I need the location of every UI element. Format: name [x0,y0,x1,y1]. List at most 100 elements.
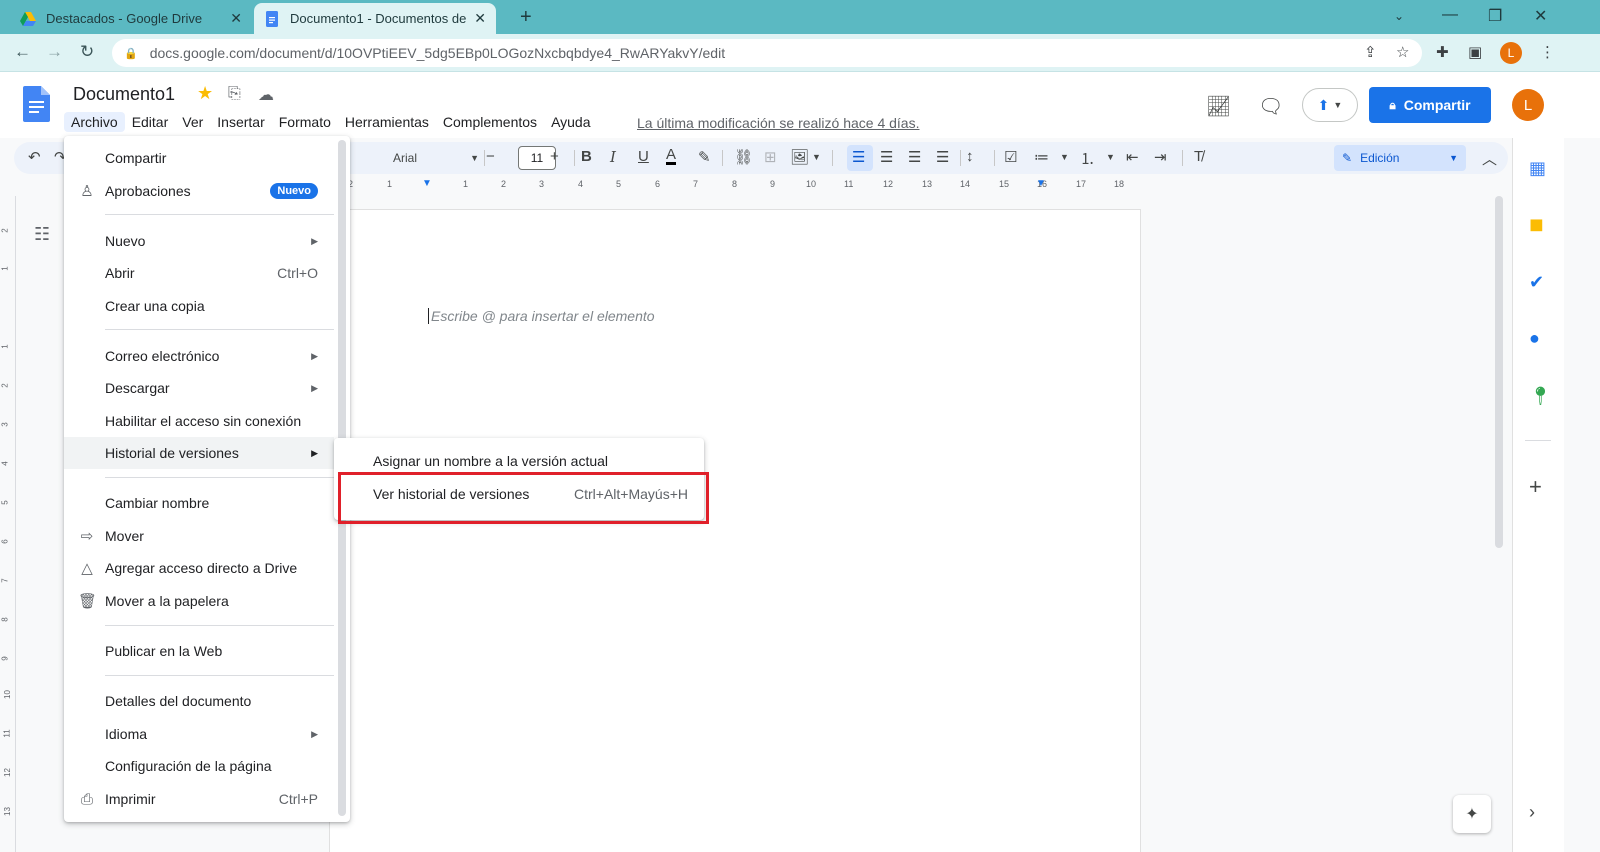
reload-icon[interactable]: ↻ [80,42,94,62]
insert-link-icon[interactable]: ⛓ [734,148,753,166]
tab-search-icon[interactable]: ⌄ [1394,9,1404,23]
menu-insertar[interactable]: Insertar [210,112,271,132]
close-tab-icon[interactable]: ✕ [474,10,486,27]
menu-item-page-setup[interactable]: Configuración de la página [64,750,334,782]
forward-icon[interactable]: → [46,42,63,62]
menu-item-version-history[interactable]: Historial de versiones ▶ [64,437,334,469]
close-window-icon[interactable]: ✕ [1534,6,1547,26]
menu-item-approvals[interactable]: ♙ Aprobaciones Nuevo [64,175,334,207]
get-addons-icon[interactable]: + [1529,474,1542,500]
browser-profile-avatar[interactable]: L [1500,42,1522,64]
document-placeholder[interactable]: Escribe @ para insertar el elemento [428,308,655,324]
document-scrollbar[interactable] [1495,196,1503,548]
side-panel-icon[interactable]: ▣ [1468,43,1482,61]
menu-herramientas[interactable]: Herramientas [338,112,436,132]
checklist-icon[interactable]: ☑ [1004,148,1017,166]
document-page[interactable] [330,210,1140,852]
editing-mode-select[interactable]: ✎ Edición ▼ [1334,145,1466,171]
menu-item-make-copy[interactable]: Crear una copia [64,290,334,322]
restore-icon[interactable]: ❐ [1488,6,1502,26]
menu-item-print[interactable]: ⎙ Imprimir Ctrl+P [64,783,334,815]
tab-google-drive[interactable]: Destacados - Google Drive ✕ [10,3,252,34]
line-spacing-icon[interactable]: ↕ [966,148,974,165]
move-folder-icon[interactable]: ⎘ [228,85,241,103]
browser-menu-icon[interactable]: ⋮ [1540,43,1555,61]
justify-icon[interactable]: ☰ [936,148,949,166]
collapse-menus-icon[interactable]: ︿ [1482,148,1497,169]
menu-item-offline[interactable]: Habilitar el acceso sin conexión [64,405,334,437]
align-center-icon[interactable]: ☰ [880,148,893,166]
menu-item-move[interactable]: ⇨ Mover [64,520,334,552]
chevron-right-icon[interactable]: › [1529,802,1535,823]
docs-home-icon[interactable] [23,86,50,122]
highlight-color-icon[interactable]: ✎ [698,148,711,166]
menu-archivo[interactable]: Archivo [64,112,125,132]
tab-documento1[interactable]: Documento1 - Documentos de G ✕ [254,3,496,34]
last-modified-link[interactable]: La última modificación se realizó hace 4… [637,115,919,131]
contacts-icon[interactable]: ● [1529,328,1540,349]
extensions-icon[interactable]: ✚ [1436,43,1449,61]
keep-icon[interactable]: ◼ [1529,214,1544,235]
decrease-indent-icon[interactable]: ⇤ [1126,148,1139,166]
insert-image-icon[interactable]: 🖼︎ [790,148,809,166]
present-button[interactable]: ⬆︎ ▼ [1302,88,1358,122]
editing-mode-value: Edición [1360,151,1400,165]
menu-ver[interactable]: Ver [175,112,210,132]
underline-icon[interactable]: U [638,148,649,165]
url-input[interactable]: 🔒 docs.google.com/document/d/10OVPtiEEV_… [112,39,1422,67]
close-tab-icon[interactable]: ✕ [230,10,242,27]
back-icon[interactable]: ← [14,42,31,62]
menu-formato[interactable]: Formato [272,112,338,132]
menu-item-trash[interactable]: 🗑︎ Mover a la papelera [64,585,334,617]
menu-item-share[interactable]: Compartir [64,142,334,174]
maps-icon[interactable]: 📍︎ [1529,386,1552,407]
decrease-font-size-icon[interactable]: − [486,148,495,165]
undo-icon[interactable]: ↶ [28,148,41,166]
add-comment-icon[interactable]: ⊞ [764,148,777,166]
text-color-icon[interactable]: A [666,147,677,165]
comments-icon[interactable]: 🗨︎ [1258,94,1283,119]
menu-complementos[interactable]: Complementos [436,112,544,132]
activity-trend-icon[interactable]: 📈︎ [1206,94,1231,119]
menu-item-add-shortcut[interactable]: △ Agregar acceso directo a Drive [64,552,334,584]
share-page-icon[interactable]: ⇪ [1364,43,1377,61]
new-tab-icon[interactable]: + [520,6,532,29]
calendar-icon[interactable]: ▦ [1529,158,1546,179]
lock-icon[interactable]: 🔒 [124,47,138,60]
clear-formatting-icon[interactable]: T̸ [1194,148,1203,165]
font-family-select[interactable]: Arial ▼ [379,146,483,170]
chevron-down-icon[interactable]: ▼ [812,152,821,162]
chevron-down-icon[interactable]: ▼ [1106,152,1115,162]
menu-item-publish[interactable]: Publicar en la Web [64,635,334,667]
explore-assist-button[interactable]: ✦ [1453,795,1491,833]
document-outline-icon[interactable]: ☷ [34,224,50,245]
tasks-icon[interactable]: ✔ [1529,272,1544,293]
account-avatar[interactable]: L [1512,89,1544,121]
menu-editar[interactable]: Editar [125,112,176,132]
menu-item-language[interactable]: Idioma ▶ [64,718,334,750]
numbered-list-icon[interactable]: ⒈ [1080,148,1095,169]
chevron-down-icon[interactable]: ▼ [1060,152,1069,162]
menu-item-download[interactable]: Descargar ▶ [64,372,334,404]
menu-item-email[interactable]: Correo electrónico ▶ [64,340,334,372]
cloud-status-icon[interactable]: ☁ [258,85,274,105]
right-indent-marker[interactable]: ▼ [1036,178,1046,189]
left-indent-marker[interactable]: ▼ [422,178,432,189]
bookmark-star-icon[interactable]: ☆ [1396,43,1409,61]
align-left-icon[interactable]: ☰ [852,148,865,166]
minimize-icon[interactable]: — [1442,6,1458,24]
bulleted-list-icon[interactable]: ≔ [1034,148,1049,166]
increase-font-size-icon[interactable]: + [550,148,559,165]
document-title[interactable]: Documento1 [73,84,175,105]
star-icon[interactable]: ★ [197,83,213,104]
menu-item-rename[interactable]: Cambiar nombre [64,487,334,519]
menu-item-details[interactable]: Detalles del documento [64,685,334,717]
italic-icon[interactable]: I [610,148,616,166]
menu-ayuda[interactable]: Ayuda [544,112,597,132]
menu-item-open[interactable]: Abrir Ctrl+O [64,257,334,289]
share-button[interactable]: 🔒︎ Compartir [1369,87,1491,123]
menu-item-new[interactable]: Nuevo ▶ [64,225,334,257]
bold-icon[interactable]: B [581,148,592,165]
align-right-icon[interactable]: ☰ [908,148,921,166]
increase-indent-icon[interactable]: ⇥ [1154,148,1167,166]
